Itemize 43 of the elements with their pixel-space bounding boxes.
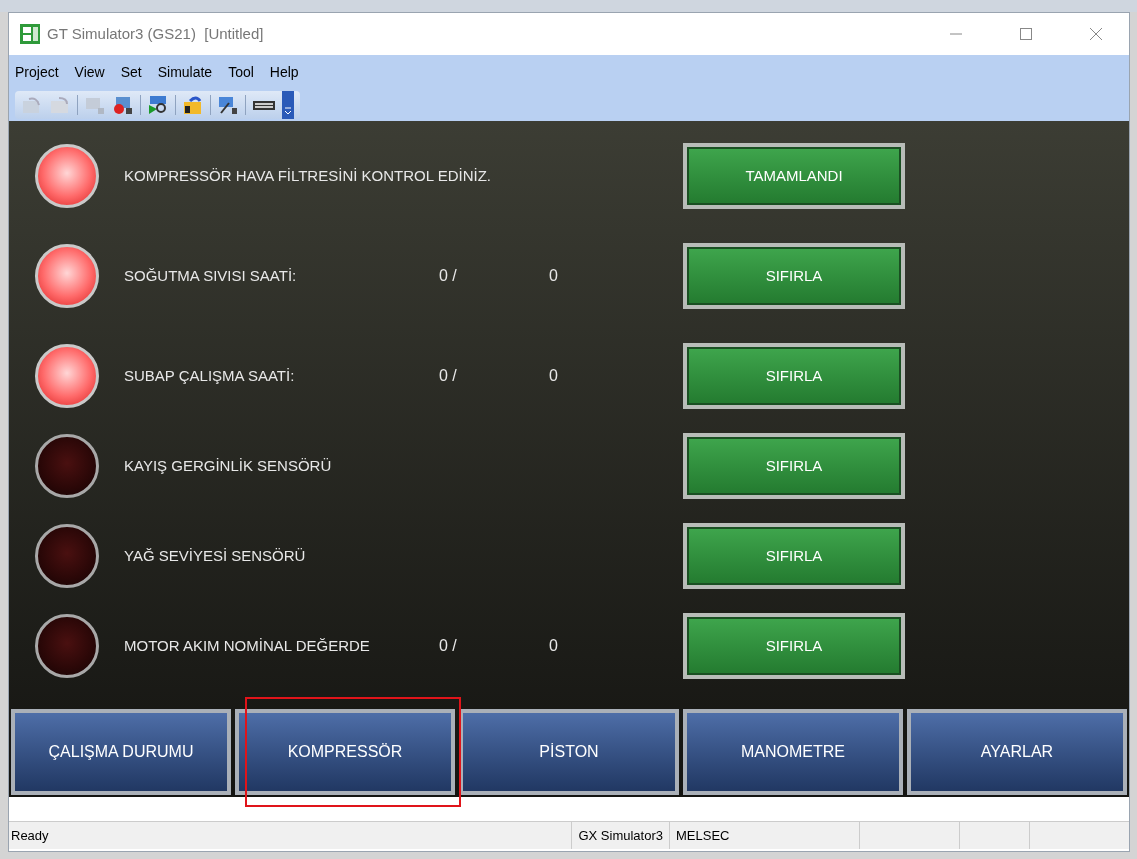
menu-item[interactable]: Project [15, 61, 59, 83]
monitor-tool-icon[interactable] [217, 95, 239, 115]
row-label: KOMPRESSÖR HAVA FİLTRESİNİ KONTROL EDİNİZ. [124, 165, 491, 186]
status-text: Ready [10, 826, 50, 845]
hmi-button[interactable]: TAMAMLANDI [683, 143, 905, 209]
nav-button[interactable]: KOMPRESSÖR [235, 709, 455, 795]
hmi-button[interactable]: SIFIRLA [683, 433, 905, 499]
status-panel: GX Simulator3 [571, 822, 669, 849]
menu-item[interactable]: Simulate [157, 61, 213, 83]
app-icon [19, 23, 41, 45]
counter-value: 0 / [439, 266, 458, 286]
hmi-button[interactable]: SIFIRLA [683, 523, 905, 589]
row-label: SUBAP ÇALIŞMA SAATİ: [124, 365, 296, 386]
row-label: KAYIŞ GERGİNLİK SENSÖRÜ [124, 455, 333, 476]
counter-value: 0 / [439, 366, 458, 386]
status-panel: MELSEC [669, 822, 859, 849]
hmi-button[interactable]: SIFIRLA [683, 243, 905, 309]
folder-arrow-icon[interactable] [182, 95, 204, 115]
counter-value: 0 / [439, 636, 458, 656]
row-label: MOTOR AKIM NOMİNAL DEĞERDE [124, 635, 371, 656]
write-icon[interactable] [21, 95, 43, 115]
nav-button[interactable]: PİSTON [459, 709, 679, 795]
row-label: YAĞ SEVİYESİ SENSÖRÜ [124, 545, 307, 566]
hmi-button[interactable]: SIFIRLA [683, 613, 905, 679]
window-title: GT Simulator3 (GS21) [Untitled] [47, 23, 264, 44]
close-icon [1089, 27, 1103, 41]
menu-item[interactable]: Tool [228, 61, 254, 83]
menu-item[interactable]: Help [269, 61, 299, 83]
overflow-icon[interactable] [282, 91, 294, 119]
counter-limit: 0 [549, 266, 558, 286]
hmi-button[interactable]: SIFIRLA [683, 343, 905, 409]
device-search-icon[interactable] [147, 95, 169, 115]
row-label: SOĞUTMA SIVISI SAATİ: [124, 265, 298, 286]
counter-limit: 0 [549, 366, 558, 386]
folder-icon[interactable] [49, 95, 71, 115]
nav-button[interactable]: AYARLAR [907, 709, 1127, 795]
monitor-stop-icon[interactable] [112, 95, 134, 115]
menu-item[interactable]: View [74, 61, 105, 83]
menu-item[interactable]: Set [120, 61, 142, 83]
nav-button[interactable]: MANOMETRE [683, 709, 903, 795]
counter-limit: 0 [549, 636, 558, 656]
maximize-icon [1019, 27, 1033, 41]
nav-button[interactable]: ÇALIŞMA DURUMU [11, 709, 231, 795]
